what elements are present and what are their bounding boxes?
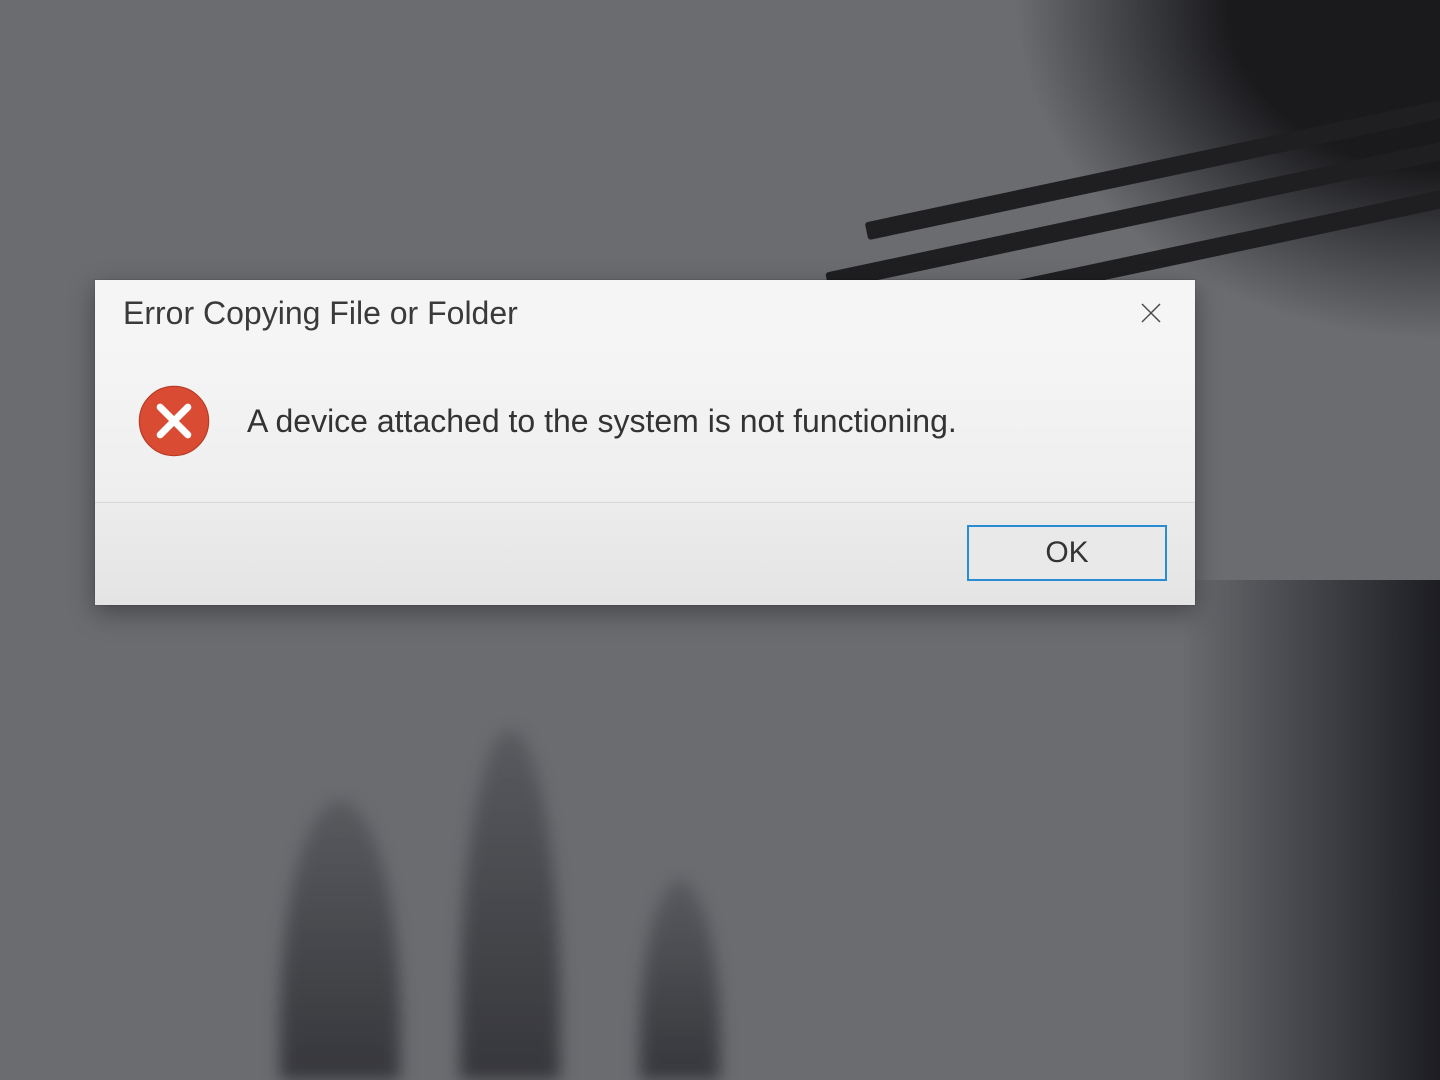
wallpaper-shape (460, 730, 560, 1080)
error-dialog: Error Copying File or Folder A device at… (95, 280, 1195, 605)
wallpaper-shape (280, 800, 400, 1080)
error-message: A device attached to the system is not f… (247, 403, 957, 440)
wallpaper-shape (640, 880, 720, 1080)
close-icon (1139, 301, 1163, 325)
dialog-title: Error Copying File or Folder (123, 295, 518, 332)
dialog-button-row: OK (95, 503, 1195, 605)
ok-button[interactable]: OK (967, 525, 1167, 581)
dialog-titlebar[interactable]: Error Copying File or Folder (95, 280, 1195, 346)
wallpaper-shape (1180, 580, 1440, 1080)
ok-button-label: OK (1045, 536, 1088, 570)
close-button[interactable] (1121, 288, 1181, 338)
error-icon (137, 384, 211, 458)
dialog-content: A device attached to the system is not f… (95, 346, 1195, 503)
